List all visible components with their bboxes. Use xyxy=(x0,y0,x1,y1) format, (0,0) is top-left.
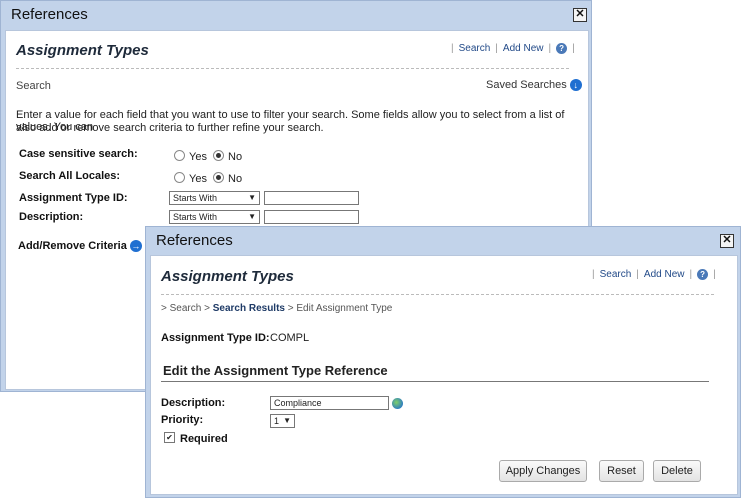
back-links-separator: | xyxy=(548,43,552,55)
front-links-separator: | xyxy=(689,269,693,281)
add-remove-criteria-link[interactable]: Add/Remove Criteria → xyxy=(18,240,142,253)
back-links-separator: | xyxy=(451,43,454,55)
back-top-links: | Search | Add New |? | xyxy=(446,43,580,54)
edit-description-label: Description: xyxy=(161,397,226,409)
front-links-separator: | xyxy=(636,269,639,281)
back-divider xyxy=(16,68,569,69)
add-remove-criteria-label: Add/Remove Criteria xyxy=(18,240,127,252)
arrow-right-circle-icon: → xyxy=(129,240,142,253)
front-close-icon[interactable]: ✕ xyxy=(720,234,734,248)
description-label: Description: xyxy=(19,211,84,223)
description-operator-select[interactable]: Starts With ▼ xyxy=(169,210,260,224)
back-links-separator: | xyxy=(572,43,575,55)
front-search-link[interactable]: Search xyxy=(600,269,632,280)
search-all-locales-yes-radio[interactable] xyxy=(174,172,185,183)
arrow-down-circle-icon: ↓ xyxy=(569,79,582,92)
back-help-icon[interactable]: ? xyxy=(556,43,568,54)
chevron-down-icon: ▼ xyxy=(248,193,256,202)
back-window-title: References xyxy=(11,6,88,23)
front-page-title: Assignment Types xyxy=(161,268,294,285)
search-all-locales-label: Search All Locales: xyxy=(19,170,121,182)
chevron-down-icon: ▼ xyxy=(248,212,256,221)
chevron-down-icon: ▼ xyxy=(283,416,291,425)
delete-button[interactable]: Delete xyxy=(653,460,701,482)
saved-searches-label: Saved Searches xyxy=(486,79,567,91)
case-sensitive-yes-label: Yes xyxy=(189,151,207,163)
back-links-separator: | xyxy=(495,43,498,55)
assignment-type-id-label: Assignment Type ID: xyxy=(19,192,128,204)
breadcrumb-separator: > xyxy=(204,303,210,314)
breadcrumb-search[interactable]: Search xyxy=(170,303,202,314)
required-checkbox[interactable]: ✔ xyxy=(164,432,175,443)
search-instructions-line2: also add or remove search criteria to fu… xyxy=(16,122,324,134)
search-all-locales-no-radio[interactable] xyxy=(213,172,224,183)
back-add-new-link[interactable]: Add New xyxy=(503,43,544,54)
reset-button[interactable]: Reset xyxy=(599,460,644,482)
case-sensitive-no-radio[interactable] xyxy=(213,150,224,161)
assignment-type-id-operator-select[interactable]: Starts With ▼ xyxy=(169,191,260,205)
saved-searches-link[interactable]: Saved Searches ↓ xyxy=(486,79,582,92)
breadcrumb-prefix: > xyxy=(161,303,167,314)
front-links-separator: | xyxy=(713,269,716,281)
back-page-title: Assignment Types xyxy=(16,42,149,59)
edit-description-input[interactable]: Compliance xyxy=(270,396,389,410)
section-title: Edit the Assignment Type Reference xyxy=(163,363,388,378)
search-all-locales-yes-label: Yes xyxy=(189,173,207,185)
front-divider xyxy=(161,294,714,295)
front-window-title: References xyxy=(156,232,233,249)
front-references-window: References ✕ Assignment Types | Search | Ad… xyxy=(145,226,741,498)
description-input[interactable] xyxy=(264,210,359,224)
priority-label: Priority: xyxy=(161,414,204,426)
front-window-titlebar: References ✕ xyxy=(146,227,740,255)
case-sensitive-no-label: No xyxy=(228,151,243,163)
priority-value: 1 xyxy=(274,416,280,426)
front-help-icon[interactable]: ? xyxy=(697,269,709,280)
description-operator-value: Starts With xyxy=(173,212,218,222)
breadcrumb-search-results[interactable]: Search Results xyxy=(213,303,285,314)
case-sensitive-yes-radio[interactable] xyxy=(174,150,185,161)
globe-icon[interactable] xyxy=(392,398,403,409)
assignment-type-id-value: COMPL xyxy=(270,332,310,344)
back-search-link[interactable]: Search xyxy=(459,43,491,54)
breadcrumb: > Search > Search Results > Edit Assignm… xyxy=(161,303,392,314)
back-breadcrumb-search: Search xyxy=(16,80,51,92)
assignment-type-id-operator-value: Starts With xyxy=(173,193,218,203)
section-divider xyxy=(161,381,709,382)
back-window-titlebar: References ✕ xyxy=(1,1,591,29)
breadcrumb-current: Edit Assignment Type xyxy=(296,303,393,314)
case-sensitive-label: Case sensitive search: xyxy=(19,148,138,160)
front-window-content: Assignment Types | Search | Add New |? | > Se… xyxy=(150,255,738,495)
front-top-links: | Search | Add New |? | xyxy=(587,269,721,280)
breadcrumb-separator: > xyxy=(287,303,294,314)
apply-changes-button[interactable]: Apply Changes xyxy=(499,460,587,482)
front-add-new-link[interactable]: Add New xyxy=(644,269,685,280)
assignment-type-id-input[interactable] xyxy=(264,191,359,205)
back-close-icon[interactable]: ✕ xyxy=(573,8,587,22)
search-all-locales-no-label: No xyxy=(228,173,243,185)
required-label: Required xyxy=(180,433,228,445)
priority-select[interactable]: 1 ▼ xyxy=(270,414,295,428)
front-links-separator: | xyxy=(592,269,595,281)
front-assignment-type-id-label: Assignment Type ID: xyxy=(161,332,270,344)
